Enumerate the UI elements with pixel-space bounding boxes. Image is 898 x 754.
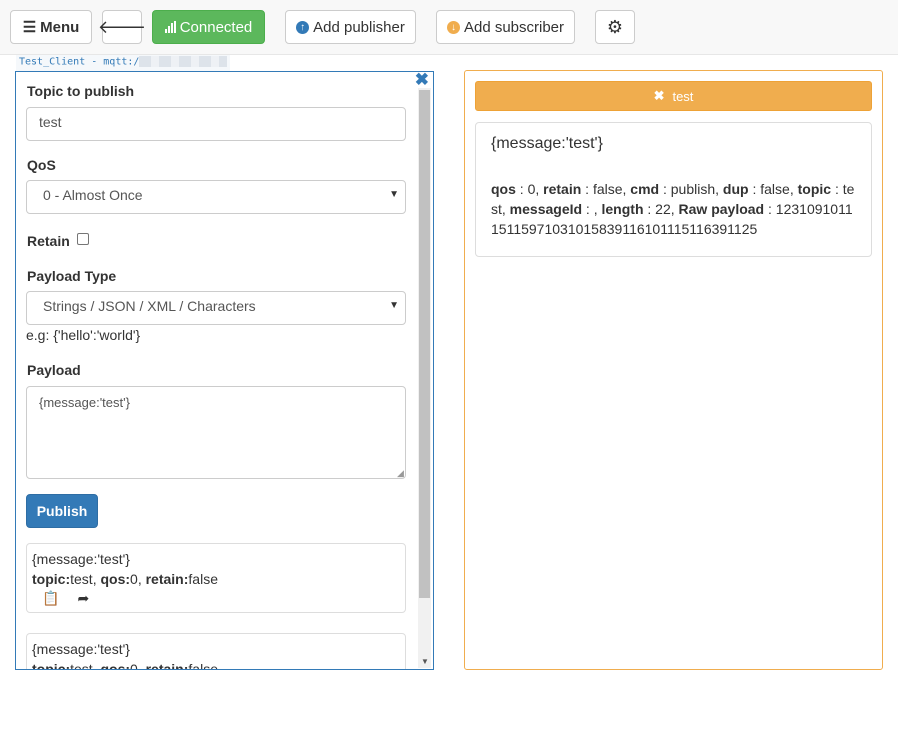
redacted-host (139, 56, 228, 67)
payload-type-select[interactable]: Strings / JSON / XML / Characters ▼ (26, 291, 406, 325)
arrow-left-icon: 🡐 (97, 16, 147, 37)
retain-val: false (188, 571, 218, 587)
history-actions: 📋 ➦ (42, 590, 400, 607)
dup-key: dup (722, 181, 749, 197)
payload-hint: e.g: {'hello':'world'} (26, 327, 141, 343)
connection-label: Test_Client - mqtt:/ (16, 55, 231, 71)
history-message: {message:'test'} (32, 551, 130, 567)
cmd-key: cmd (630, 181, 660, 197)
share-forward-icon[interactable]: ➦ (77, 590, 89, 607)
add-subscriber-label: Add subscriber (463, 18, 565, 36)
retain-label: Retain (27, 233, 70, 249)
retain-val: false (592, 181, 623, 197)
qos-val: 0 (130, 571, 138, 587)
dup-val: false (760, 181, 790, 197)
qos-val: 0 (527, 181, 536, 197)
length-key: length (601, 201, 644, 217)
retain-key: retain: (145, 661, 189, 670)
publish-button[interactable]: Publish (26, 494, 98, 528)
cmd-val: publish (670, 181, 716, 197)
length-val: 22 (655, 201, 671, 217)
payload-textarea[interactable]: {message:'test'} (26, 386, 406, 479)
topic-val: test (70, 661, 93, 670)
history-item: {message:'test'} topic:test, qos:0, reta… (26, 633, 406, 670)
retain-val: false (188, 661, 218, 670)
topic-value: test (39, 114, 62, 130)
hamburger-icon: ☰ (22, 19, 37, 36)
subscriber-message: {message:'test'} qos : 0, retain : false… (475, 122, 872, 257)
caret-down-icon: ▼ (389, 189, 399, 200)
topic-val: test (70, 571, 93, 587)
back-button[interactable]: 🡐 (98, 10, 146, 44)
qos-key: qos: (100, 661, 131, 670)
add-publisher-label: Add publisher (313, 18, 405, 36)
arrow-circle-down-icon: ↓ (446, 20, 460, 34)
arrow-circle-up-icon: ↑ (296, 20, 310, 34)
menu-label: Menu (40, 18, 80, 36)
signal-icon (164, 21, 176, 33)
topic-key: topic: (32, 661, 71, 670)
scrollbar-thumb[interactable] (419, 90, 430, 598)
scroll-down-icon[interactable]: ▼ (421, 657, 429, 666)
connection-text: Test_Client - mqtt:/ (19, 56, 140, 68)
history-message: {message:'test'} (32, 641, 130, 657)
caret-down-icon: ▼ (389, 300, 399, 311)
subscriber-panel: ✖ test {message:'test'} qos : 0, retain … (464, 70, 883, 670)
message-payload: {message:'test'} (491, 135, 603, 152)
retain-key: retain (543, 181, 582, 197)
resize-grip-icon[interactable]: ◢ (397, 468, 404, 479)
qos-label: QoS (27, 157, 56, 173)
subscriber-topic: test (672, 88, 694, 104)
connected-label: Connected (179, 18, 253, 36)
publisher-panel: ✖ ▼ Topic to publish test QoS 0 - Almost… (15, 71, 434, 670)
subscriber-topic-header[interactable]: ✖ test (475, 81, 872, 111)
history-meta: topic:test, qos:0, retain:false (32, 659, 400, 670)
gear-icon: ⚙ (606, 16, 624, 37)
paste-icon[interactable]: 📋 (42, 590, 59, 607)
topic-key: topic: (32, 571, 71, 587)
messageid-key: messageId (509, 201, 583, 217)
topic-label: Topic to publish (27, 83, 135, 99)
qos-key: qos (491, 181, 516, 197)
retain-key: retain: (145, 571, 189, 587)
payload-label: Payload (27, 362, 81, 378)
add-subscriber-button[interactable]: ↓ Add subscriber (436, 10, 575, 44)
qos-key: qos: (100, 571, 131, 587)
menu-button[interactable]: ☰ Menu (10, 10, 92, 44)
message-details: qos : 0, retain : false, cmd : publish, … (491, 181, 855, 237)
qos-value: 0 - Almost Once (43, 187, 143, 203)
retain-checkbox[interactable] (77, 233, 89, 245)
settings-button[interactable]: ⚙ (595, 10, 635, 44)
history-item: {message:'test'} topic:test, qos:0, reta… (26, 543, 406, 613)
publisher-scrollbar[interactable]: ▼ (418, 88, 431, 668)
raw-payload-key: Raw payload (678, 201, 765, 217)
connected-button[interactable]: Connected (152, 10, 265, 44)
history-meta: topic:test, qos:0, retain:false (32, 571, 218, 587)
topic-input[interactable]: test (26, 107, 406, 141)
close-icon[interactable]: ✖ (654, 88, 665, 104)
top-navbar: ☰ Menu 🡐 Connected ↑ Add publisher ↓ Add… (0, 0, 898, 55)
topic-key: topic (797, 181, 832, 197)
payload-type-value: Strings / JSON / XML / Characters (43, 298, 256, 314)
add-publisher-button[interactable]: ↑ Add publisher (285, 10, 416, 44)
qos-select[interactable]: 0 - Almost Once ▼ (26, 180, 406, 214)
payload-type-label: Payload Type (27, 268, 117, 284)
close-icon[interactable]: ✖ (415, 72, 429, 88)
qos-val: 0 (130, 661, 138, 670)
